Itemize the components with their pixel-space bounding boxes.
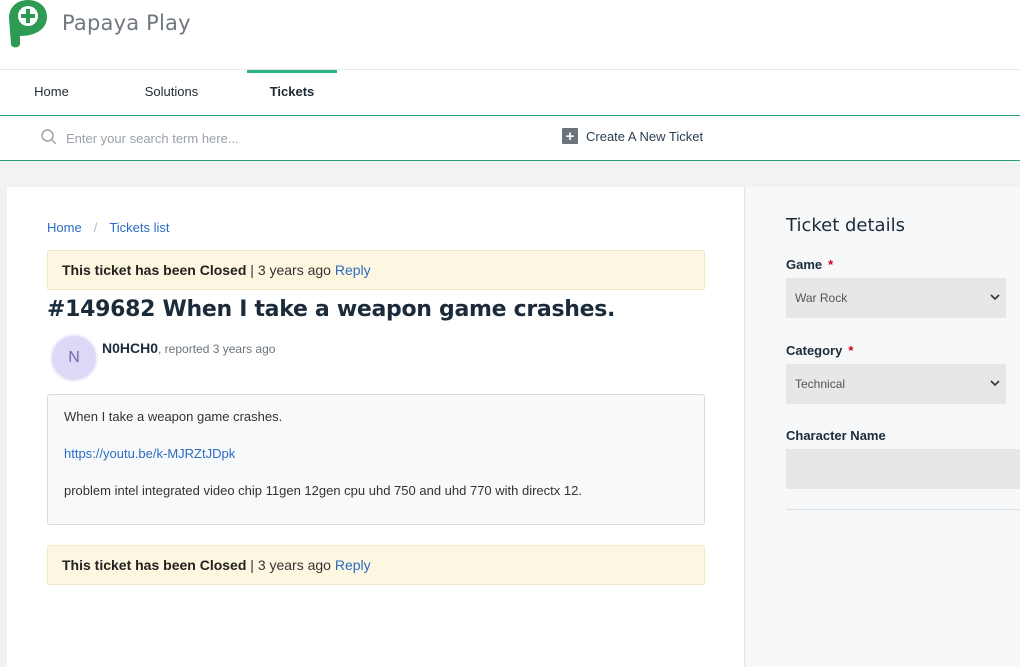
character-name-field[interactable] [786, 449, 1020, 489]
game-select-value: War Rock [795, 291, 848, 305]
status-time: 3 years ago [257, 262, 331, 278]
required-marker: * [828, 257, 834, 272]
papaya-logo-icon[interactable] [7, 0, 49, 50]
brand-name: Papaya Play [62, 11, 191, 35]
author-name[interactable]: N0HCH0 [102, 340, 158, 356]
status-time: 3 years ago [257, 557, 331, 573]
chevron-down-icon [990, 380, 1000, 387]
category-select-value: Technical [795, 377, 846, 391]
avatar: N [50, 334, 98, 382]
status-closed-text: This ticket has been Closed [62, 262, 247, 278]
game-label-text: Game [786, 257, 823, 272]
status-closed-text: This ticket has been Closed [62, 557, 247, 573]
plus-box-icon: + [562, 128, 578, 144]
message-line: problem intel integrated video chip 11ge… [64, 483, 582, 498]
ticket-main-panel: Home / Tickets list This ticket has been… [7, 187, 745, 667]
chevron-down-icon [990, 294, 1000, 301]
breadcrumb-tickets-list[interactable]: Tickets list [109, 220, 169, 235]
game-label: Game * [786, 257, 833, 272]
breadcrumb-home[interactable]: Home [47, 220, 82, 235]
category-label-text: Category [786, 343, 843, 358]
create-ticket-label: Create A New Ticket [586, 128, 704, 144]
header: Papaya Play [0, 0, 1020, 70]
status-separator: | [246, 262, 258, 278]
category-label: Category * [786, 343, 853, 358]
divider [786, 509, 1020, 510]
search-input[interactable] [66, 126, 426, 150]
category-select[interactable]: Technical [786, 364, 1006, 404]
main-nav: Home Solutions Tickets [0, 70, 1020, 116]
ticket-message: When I take a weapon game crashes. https… [47, 394, 705, 525]
ticket-title: #149682 When I take a weapon game crashe… [47, 297, 616, 322]
required-marker: * [848, 343, 854, 358]
game-select[interactable]: War Rock [786, 278, 1006, 318]
message-video-link[interactable]: https://youtu.be/k-MJRZtJDpk [64, 446, 235, 461]
breadcrumb-separator: / [93, 220, 98, 235]
tab-home[interactable]: Home [0, 70, 103, 115]
create-ticket-button[interactable]: + Create A New Ticket [562, 126, 703, 146]
reported-meta: , reported 3 years ago [158, 342, 276, 356]
breadcrumb: Home / Tickets list [47, 220, 170, 235]
ticket-details-title: Ticket details [786, 215, 905, 236]
reply-link-bottom[interactable]: Reply [335, 557, 371, 573]
tab-tickets[interactable]: Tickets [247, 70, 337, 115]
status-notice-bottom: This ticket has been Closed | 3 years ag… [47, 545, 705, 585]
status-notice-top: This ticket has been Closed | 3 years ag… [47, 250, 705, 290]
status-separator: | [246, 557, 258, 573]
tab-solutions[interactable]: Solutions [103, 70, 240, 115]
search-bar: + Create A New Ticket [0, 116, 1020, 161]
message-line: When I take a weapon game crashes. [64, 409, 283, 424]
ticket-author-line: N0HCH0, reported 3 years ago [102, 340, 275, 356]
character-name-label: Character Name [786, 428, 886, 443]
search-icon [41, 129, 57, 145]
reply-link-top[interactable]: Reply [335, 262, 371, 278]
ticket-details-panel: Ticket details Game * War Rock Category * … [746, 187, 1020, 667]
